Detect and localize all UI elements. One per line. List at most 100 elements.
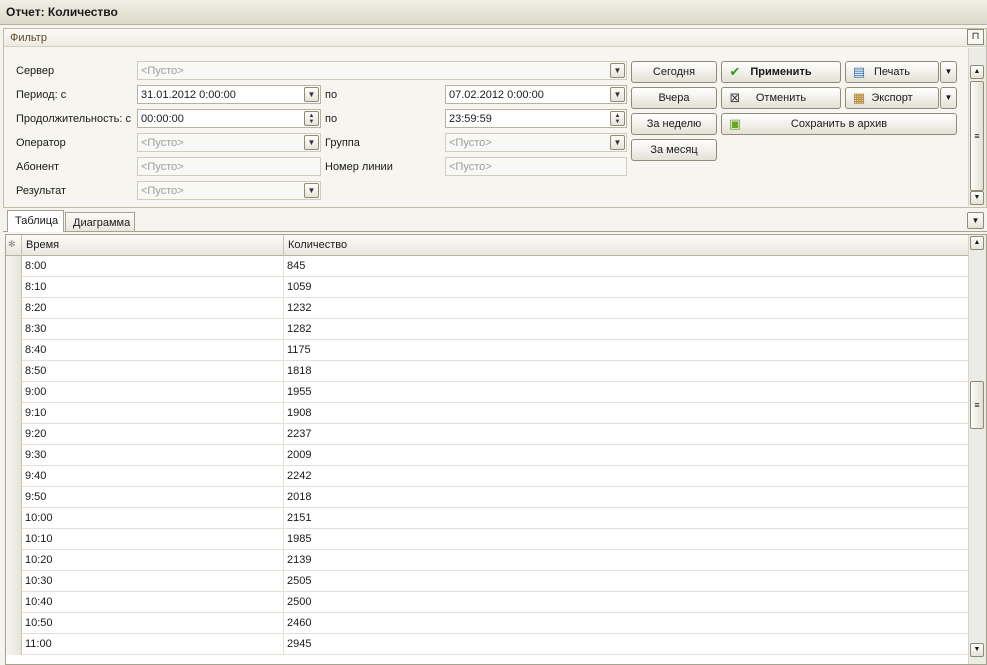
row-indicator[interactable]	[6, 445, 22, 466]
cell-time[interactable]: 8:20	[22, 298, 284, 319]
spin-arrows-icon[interactable]: ▲ ▼	[304, 111, 319, 126]
row-indicator[interactable]	[6, 571, 22, 592]
table-row[interactable]: 8:30 1282	[6, 319, 968, 340]
grid-scrollbar[interactable]: ▲ ≡ ▼	[968, 235, 986, 664]
period-to-field[interactable]: 07.02.2012 0:00:00 ▼	[445, 85, 627, 104]
chevron-down-icon[interactable]: ▼	[610, 87, 625, 102]
cell-count[interactable]: 2139	[284, 550, 968, 571]
print-button[interactable]: ▤ Печать	[845, 61, 939, 83]
row-indicator[interactable]	[6, 487, 22, 508]
cell-count[interactable]: 1955	[284, 382, 968, 403]
table-row[interactable]: 10:30 2505	[6, 571, 968, 592]
scroll-thumb[interactable]: ≡	[970, 81, 984, 191]
row-indicator[interactable]	[6, 298, 22, 319]
table-row[interactable]: 10:10 1985	[6, 529, 968, 550]
row-indicator-icon[interactable]: ✻	[6, 235, 22, 256]
scroll-up-icon[interactable]: ▲	[970, 65, 984, 79]
cell-time[interactable]: 8:40	[22, 340, 284, 361]
month-button[interactable]: За месяц	[631, 139, 717, 161]
cell-count[interactable]: 1175	[284, 340, 968, 361]
row-indicator[interactable]	[6, 403, 22, 424]
pin-icon[interactable]: ⊓	[967, 29, 984, 45]
table-row[interactable]: 9:50 2018	[6, 487, 968, 508]
cell-count[interactable]: 2505	[284, 571, 968, 592]
cell-time[interactable]: 9:20	[22, 424, 284, 445]
cell-time[interactable]: 9:00	[22, 382, 284, 403]
save-archive-button[interactable]: ▣ Сохранить в архив	[721, 113, 957, 135]
cell-count[interactable]: 1818	[284, 361, 968, 382]
table-row[interactable]: 11:00 2945	[6, 634, 968, 655]
export-dropdown-button[interactable]: ▼	[940, 87, 957, 109]
table-row[interactable]: 8:20 1232	[6, 298, 968, 319]
cell-count[interactable]: 2151	[284, 508, 968, 529]
table-row[interactable]: 8:40 1175	[6, 340, 968, 361]
chevron-down-icon[interactable]: ▼	[304, 135, 319, 150]
table-row[interactable]: 10:50 2460	[6, 613, 968, 634]
tab-chart[interactable]: Диаграмма	[65, 212, 135, 231]
cell-time[interactable]: 9:40	[22, 466, 284, 487]
cell-time[interactable]: 10:00	[22, 508, 284, 529]
filter-scrollbar[interactable]: ▲ ≡ ▼	[968, 48, 986, 206]
tab-table[interactable]: Таблица	[7, 210, 64, 232]
cell-time[interactable]: 10:10	[22, 529, 284, 550]
cell-time[interactable]: 11:00	[22, 634, 284, 655]
cell-count[interactable]: 2242	[284, 466, 968, 487]
server-select[interactable]: <Пусто> ▼	[137, 61, 627, 80]
week-button[interactable]: За неделю	[631, 113, 717, 135]
cell-count[interactable]: 845	[284, 256, 968, 277]
operator-select[interactable]: <Пусто> ▼	[137, 133, 321, 152]
cell-count[interactable]: 2018	[284, 487, 968, 508]
scroll-down-icon[interactable]: ▼	[970, 643, 984, 657]
table-row[interactable]: 8:00 845	[6, 256, 968, 277]
row-indicator[interactable]	[6, 361, 22, 382]
row-indicator[interactable]	[6, 634, 22, 655]
cell-time[interactable]: 9:30	[22, 445, 284, 466]
table-row[interactable]: 10:00 2151	[6, 508, 968, 529]
table-row[interactable]: 9:40 2242	[6, 466, 968, 487]
tabs-dropdown-icon[interactable]: ▼	[967, 212, 984, 229]
cell-time[interactable]: 9:50	[22, 487, 284, 508]
table-row[interactable]: 9:30 2009	[6, 445, 968, 466]
chevron-down-icon[interactable]: ▼	[304, 183, 319, 198]
row-indicator[interactable]	[6, 382, 22, 403]
spin-arrows-icon[interactable]: ▲ ▼	[610, 111, 625, 126]
row-indicator[interactable]	[6, 613, 22, 634]
table-row[interactable]: 8:10 1059	[6, 277, 968, 298]
cell-count[interactable]: 2460	[284, 613, 968, 634]
cell-count[interactable]: 1908	[284, 403, 968, 424]
group-select[interactable]: <Пусто> ▼	[445, 133, 627, 152]
chevron-down-icon[interactable]: ▼	[610, 135, 625, 150]
yesterday-button[interactable]: Вчера	[631, 87, 717, 109]
cell-time[interactable]: 9:10	[22, 403, 284, 424]
chevron-down-icon[interactable]: ▼	[610, 63, 625, 78]
cell-count[interactable]: 1059	[284, 277, 968, 298]
period-from-field[interactable]: 31.01.2012 0:00:00 ▼	[137, 85, 321, 104]
row-indicator[interactable]	[6, 340, 22, 361]
cell-time[interactable]: 8:00	[22, 256, 284, 277]
table-row[interactable]: 9:00 1955	[6, 382, 968, 403]
column-header-count[interactable]: Количество	[284, 235, 968, 256]
table-row[interactable]: 9:20 2237	[6, 424, 968, 445]
cell-time[interactable]: 8:10	[22, 277, 284, 298]
cell-time[interactable]: 8:30	[22, 319, 284, 340]
cell-time[interactable]: 8:50	[22, 361, 284, 382]
filter-header[interactable]: Фильтр	[3, 28, 987, 47]
table-row[interactable]: 10:40 2500	[6, 592, 968, 613]
scroll-thumb[interactable]: ≡	[970, 381, 984, 429]
row-indicator[interactable]	[6, 529, 22, 550]
apply-button[interactable]: ✔ Применить	[721, 61, 841, 83]
subscriber-input[interactable]: <Пусто>	[137, 157, 321, 176]
table-row[interactable]: 10:20 2139	[6, 550, 968, 571]
cell-count[interactable]: 2009	[284, 445, 968, 466]
cell-count[interactable]: 2237	[284, 424, 968, 445]
row-indicator[interactable]	[6, 508, 22, 529]
cell-count[interactable]: 1282	[284, 319, 968, 340]
duration-to-field[interactable]: 23:59:59 ▲ ▼	[445, 109, 627, 128]
row-indicator[interactable]	[6, 550, 22, 571]
row-indicator[interactable]	[6, 256, 22, 277]
print-dropdown-button[interactable]: ▼	[940, 61, 957, 83]
column-header-time[interactable]: Время	[22, 235, 284, 256]
cell-time[interactable]: 10:30	[22, 571, 284, 592]
today-button[interactable]: Сегодня	[631, 61, 717, 83]
scroll-up-icon[interactable]: ▲	[970, 236, 984, 250]
